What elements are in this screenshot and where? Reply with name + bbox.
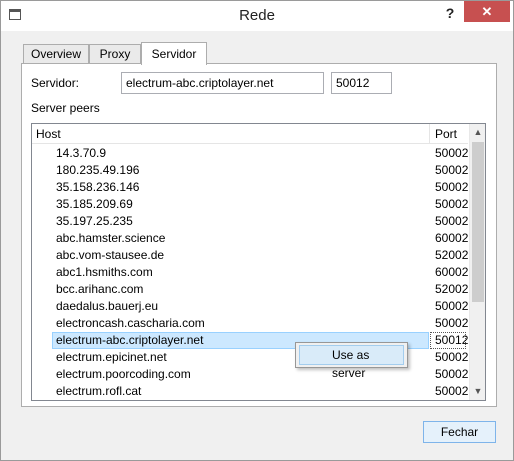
use-as-server-menu-item[interactable]: Use as server — [299, 345, 404, 380]
help-button[interactable]: ? — [437, 3, 463, 25]
table-row[interactable]: abc.hamster.science 60002 — [32, 230, 468, 247]
column-header-port[interactable]: Port — [435, 127, 457, 141]
peer-host: bcc.arihanc.com — [56, 282, 144, 296]
table-row[interactable]: 35.185.209.69 50002 — [32, 196, 468, 213]
column-divider[interactable] — [429, 124, 430, 144]
peer-port: 50002 — [435, 197, 469, 211]
servidor-panel: Servidor: electrum-abc.criptolayer.net 5… — [21, 63, 497, 407]
tab-overview[interactable]: Overview — [23, 44, 89, 65]
vertical-scrollbar[interactable]: ▲ ▼ — [469, 124, 485, 400]
server-label: Servidor: — [31, 76, 80, 90]
peer-host: daedalus.bauerj.eu — [56, 299, 159, 313]
peer-port: 50002 — [435, 316, 469, 330]
peer-port: 52002 — [435, 282, 469, 296]
peer-port: 52002 — [435, 248, 469, 262]
table-row[interactable]: bcc.arihanc.com 52002 — [32, 281, 468, 298]
peer-port: 50002 — [435, 367, 469, 381]
table-row[interactable]: daedalus.bauerj.eu 50002 — [32, 298, 468, 315]
peer-host: electrum.epicinet.net — [56, 350, 167, 364]
table-row[interactable]: abc.vom-stausee.de 52002 — [32, 247, 468, 264]
peer-host: electroncash.cascharia.com — [56, 316, 205, 330]
peer-port: 50002 — [435, 146, 469, 160]
peer-host: 14.3.70.9 — [56, 146, 107, 160]
column-header-host[interactable]: Host — [36, 127, 61, 141]
chevron-up-icon[interactable]: ▲ — [470, 124, 485, 141]
table-row[interactable]: electrum.rofl.cat 50002 — [32, 383, 468, 400]
peer-host: electrum.rofl.cat — [56, 384, 142, 398]
list-header: Host Port — [32, 124, 468, 144]
table-row[interactable]: electroncash.cascharia.com 50002 — [32, 315, 468, 332]
scroll-thumb[interactable] — [472, 142, 484, 302]
peer-port: 50002 — [435, 384, 469, 398]
server-peers-list[interactable]: Host Port 14.3.70.9 50002 180.235.49.196 50… — [31, 123, 486, 401]
peer-host: electrum.poorcoding.com — [56, 367, 191, 381]
table-row[interactable]: 14.3.70.9 50002 — [32, 145, 468, 162]
peer-host: 35.185.209.69 — [56, 197, 133, 211]
table-row[interactable]: abc1.hsmiths.com 60002 — [32, 264, 468, 281]
peer-port: 50002 — [435, 214, 469, 228]
server-port-input[interactable]: 50012 — [331, 72, 392, 94]
chevron-down-icon[interactable]: ▼ — [470, 383, 485, 400]
tab-servidor[interactable]: Servidor — [141, 42, 207, 65]
peer-host: abc.hamster.science — [56, 231, 166, 245]
close-window-button[interactable]: ✕ — [464, 1, 510, 22]
peer-host: 35.197.25.235 — [56, 214, 133, 228]
peer-port: 60002 — [435, 231, 469, 245]
table-row[interactable]: 180.235.49.196 50002 — [32, 162, 468, 179]
peer-port: 60002 — [435, 265, 469, 279]
tab-proxy[interactable]: Proxy — [89, 44, 141, 65]
table-row[interactable]: 35.158.236.146 50002 — [32, 179, 468, 196]
server-host-input[interactable]: electrum-abc.criptolayer.net — [121, 72, 324, 94]
peer-port: 50002 — [435, 350, 469, 364]
peer-host: 35.158.236.146 — [56, 180, 140, 194]
peer-port: 50002 — [435, 299, 469, 313]
peer-host: electrum-abc.criptolayer.net — [56, 333, 204, 347]
peer-host: abc.vom-stausee.de — [56, 248, 165, 262]
network-dialog: Rede ? ✕ Overview Proxy Servidor Servido… — [0, 0, 514, 461]
server-peers-label: Server peers — [31, 101, 100, 115]
peer-port: 50002 — [435, 163, 469, 177]
peer-host: 180.235.49.196 — [56, 163, 140, 177]
table-row[interactable]: 35.197.25.235 50002 — [32, 213, 468, 230]
fechar-button[interactable]: Fechar — [423, 421, 496, 443]
table-row[interactable]: electrum.poorcoding.com 50002 — [32, 366, 468, 383]
peer-port: 50002 — [435, 180, 469, 194]
context-menu: Use as server — [295, 342, 408, 380]
peer-host: abc1.hsmiths.com — [56, 265, 153, 279]
title-bar: Rede ? ✕ — [1, 1, 513, 31]
peer-port: 50012 — [435, 333, 469, 347]
